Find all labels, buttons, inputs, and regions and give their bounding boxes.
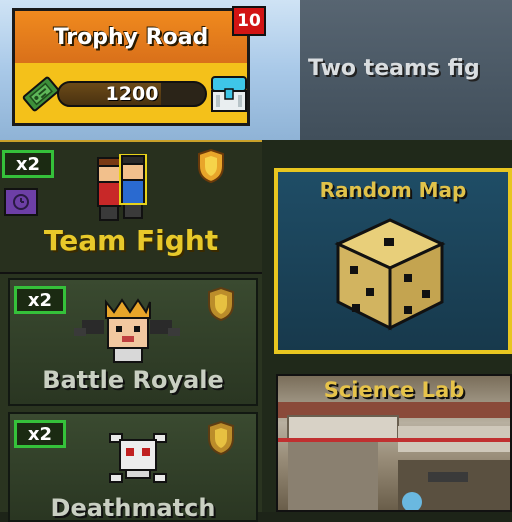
trophy-level-badge: 10 (232, 6, 266, 36)
mode-description: Two teams fig (308, 56, 480, 81)
trophy-road-body: 1200 (15, 63, 247, 123)
dice-icon (334, 218, 446, 331)
mode-card-team-fight[interactable]: x2 Team Fight (0, 140, 262, 274)
clock-icon (4, 188, 38, 216)
shield-icon (208, 420, 234, 456)
mode-card-battle-royale[interactable]: x2 Battle Royale (8, 278, 258, 406)
map-title-random-map: Random Map (319, 178, 467, 202)
trophy-road-header: Trophy Road (15, 11, 247, 63)
trophy-count: 1200 (105, 83, 159, 105)
map-card-random-map[interactable]: Random Map (274, 168, 512, 354)
shield-icon (198, 148, 224, 184)
skull-icon (109, 433, 167, 483)
mode-title-deathmatch: Deathmatch (50, 494, 216, 522)
players-icon (97, 154, 147, 221)
chest-icon[interactable] (209, 71, 249, 117)
multiplier-badge: x2 (2, 150, 54, 178)
map-title-science-lab: Science Lab (323, 378, 465, 402)
multiplier-badge: x2 (14, 286, 66, 314)
trophy-progress-bar: 1200 (57, 81, 207, 107)
map-card-science-lab[interactable]: Science Lab (276, 374, 512, 512)
ticket-icon (22, 76, 60, 112)
trophy-road-title: Trophy Road (53, 24, 209, 50)
mode-card-deathmatch[interactable]: x2 Deathmatch (8, 412, 258, 522)
shield-icon (208, 286, 234, 322)
trophy-road-card[interactable]: Trophy Road 1200 (12, 8, 250, 126)
mode-title-team-fight: Team Fight (43, 224, 219, 257)
multiplier-badge: x2 (14, 420, 66, 448)
mode-title-battle-royale: Battle Royale (42, 366, 224, 394)
crown-character-icon (74, 298, 180, 363)
